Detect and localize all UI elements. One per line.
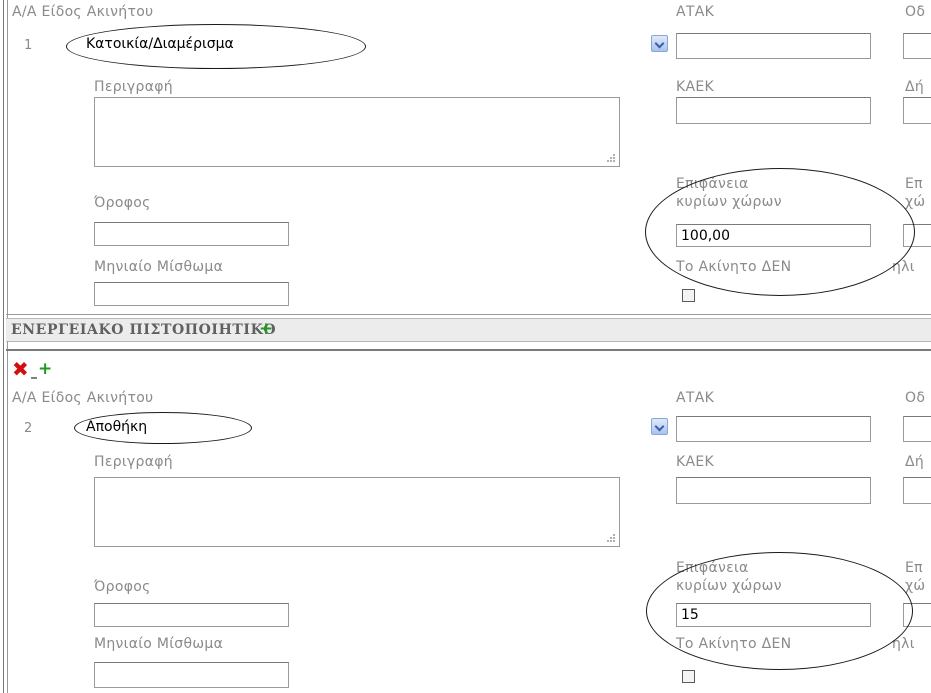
property-1-bottom-line bbox=[6, 314, 931, 315]
od-input-partial[interactable] bbox=[903, 416, 931, 442]
perigrafi-label: Περιγραφή bbox=[94, 79, 173, 95]
atak-input[interactable] bbox=[676, 33, 871, 59]
ep-label-partial-line1: Επ bbox=[905, 176, 923, 192]
property-index: 2 bbox=[24, 421, 33, 436]
epifaneia-label-line2: κυρίων χώρων bbox=[676, 194, 782, 210]
misthoma-input[interactable] bbox=[94, 662, 289, 688]
akinito-den-label: Το Ακίνητο ΔΕΝ bbox=[676, 259, 792, 275]
property-type-select[interactable]: Αποθήκη bbox=[72, 417, 668, 437]
di-label-partial: Δή bbox=[905, 79, 925, 95]
di-input-partial[interactable] bbox=[903, 477, 931, 504]
delete-x-icon[interactable]: ✖ bbox=[12, 359, 29, 379]
od-label-partial: Οδ bbox=[905, 4, 926, 20]
atak-label: ΑΤΑΚ bbox=[676, 390, 715, 406]
akinito-den-label-partial: ηλι bbox=[892, 259, 915, 275]
den-checkbox[interactable] bbox=[682, 289, 695, 302]
frame-left-inner bbox=[7, 0, 8, 693]
misthoma-label: Μηνιαίο Μίσθωμα bbox=[94, 636, 224, 652]
orofos-input[interactable] bbox=[94, 222, 289, 246]
ep-input-partial[interactable] bbox=[903, 603, 931, 627]
add-property-plus-icon[interactable]: + bbox=[38, 361, 52, 378]
kaek-input[interactable] bbox=[676, 97, 871, 124]
resize-grip-icon[interactable] bbox=[607, 534, 616, 543]
perigrafi-textarea[interactable] bbox=[94, 97, 620, 167]
energy-certificate-title: ΕΝΕΡΓΕΙΑΚΟ ΠΙΣΤΟΠΟΙΗΤΙΚΟ bbox=[11, 322, 277, 338]
perigrafi-label: Περιγραφή bbox=[94, 454, 173, 470]
aa-eidos-label: Α/Α Είδος Ακινήτου bbox=[12, 4, 154, 20]
aa-eidos-label: Α/Α Είδος Ακινήτου bbox=[12, 390, 154, 406]
kaek-label: ΚΑΕΚ bbox=[676, 454, 714, 470]
di-label-partial: Δή bbox=[905, 454, 925, 470]
atak-input[interactable] bbox=[676, 416, 871, 442]
ep-input-partial[interactable] bbox=[903, 224, 931, 247]
od-input-partial[interactable] bbox=[903, 33, 931, 59]
orofos-label: Όροφος bbox=[94, 579, 151, 595]
misthoma-input[interactable] bbox=[94, 282, 289, 306]
od-label-partial: Οδ bbox=[905, 390, 926, 406]
misthoma-label: Μηνιαίο Μίσθωμα bbox=[94, 259, 224, 275]
property-index: 1 bbox=[24, 38, 33, 53]
perigrafi-textarea[interactable] bbox=[94, 477, 620, 547]
akinito-den-label-partial: ηλι bbox=[892, 636, 915, 652]
property-type-value: Κατοικία/Διαμέρισμα bbox=[86, 36, 234, 52]
frame-left-outer bbox=[3, 0, 4, 693]
epifaneia-label-line1: Επιφάνεια bbox=[676, 176, 749, 192]
ep-label-partial-line2: χώ bbox=[905, 194, 926, 210]
delete-underline bbox=[31, 377, 37, 379]
epifaneia-label-line1: Επιφάνεια bbox=[676, 560, 749, 576]
epifaneia-input[interactable]: 100,00 bbox=[676, 224, 871, 247]
kaek-input[interactable] bbox=[676, 477, 871, 504]
ep-label-partial-line1: Επ bbox=[905, 560, 923, 576]
atak-label: ΑΤΑΚ bbox=[676, 4, 715, 20]
energy-certificate-bar: ΕΝΕΡΓΕΙΑΚΟ ΠΙΣΤΟΠΟΙΗΤΙΚΟ + bbox=[6, 318, 931, 342]
property-type-select[interactable]: Κατοικία/Διαμέρισμα bbox=[72, 34, 668, 54]
ep-label-partial-line2: χώ bbox=[905, 578, 926, 594]
property-type-value: Αποθήκη bbox=[86, 419, 148, 435]
resize-grip-icon[interactable] bbox=[607, 154, 616, 163]
den-checkbox[interactable] bbox=[682, 670, 695, 683]
kaek-label: ΚΑΕΚ bbox=[676, 79, 714, 95]
di-input-partial[interactable] bbox=[903, 97, 931, 124]
orofos-label: Όροφος bbox=[94, 195, 151, 211]
add-energy-certificate-plus-icon[interactable]: + bbox=[259, 321, 273, 338]
property-2-top-line bbox=[6, 349, 931, 351]
chevron-down-icon[interactable] bbox=[651, 418, 668, 435]
epifaneia-label-line2: κυρίων χώρων bbox=[676, 578, 782, 594]
orofos-input[interactable] bbox=[94, 603, 289, 627]
chevron-down-icon[interactable] bbox=[651, 35, 668, 52]
epifaneia-input[interactable]: 15 bbox=[676, 603, 871, 627]
akinito-den-label: Το Ακίνητο ΔΕΝ bbox=[676, 636, 792, 652]
